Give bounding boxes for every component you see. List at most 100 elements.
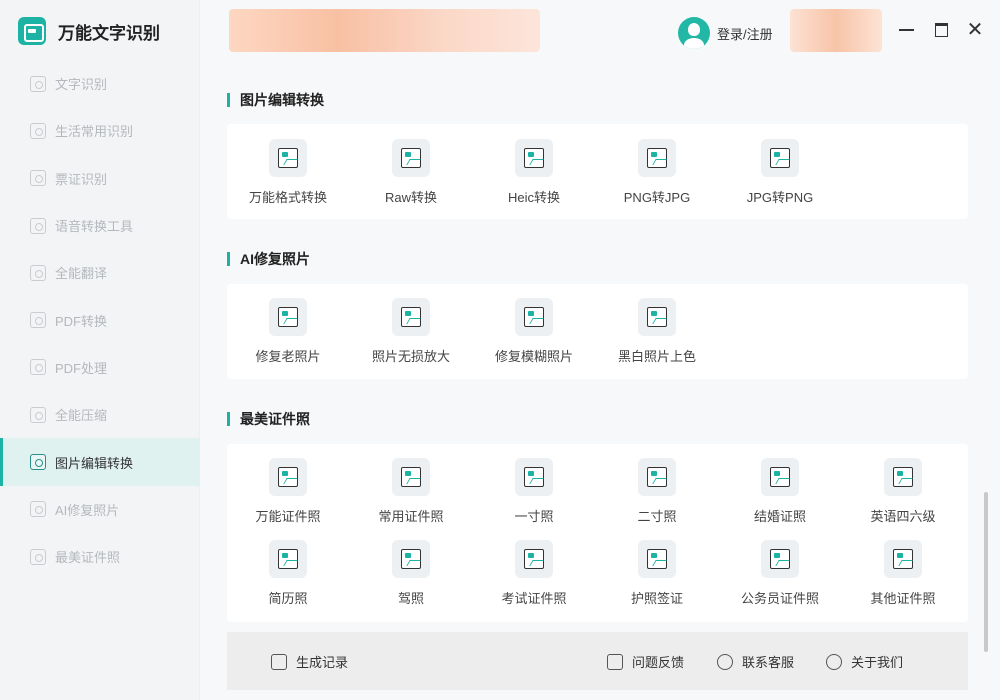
tool-label: 其他证件照 (870, 591, 936, 606)
feedback-label: 问题反馈 (632, 655, 685, 670)
jpg-to-png-icon (761, 139, 799, 177)
tool-two-inch-photo[interactable]: 二寸照 (596, 458, 718, 525)
sidebar-item-pdf-process[interactable]: PDF处理 (0, 344, 200, 391)
colorize-icon (638, 298, 676, 336)
service-label: 联系客服 (742, 655, 795, 670)
footer-bar: 生成记录 问题反馈 联系客服 关于我们 (227, 632, 968, 690)
image-edit-card: 万能格式转换 Raw转换 Heic转换 PNG转JPG JPG转PNG (227, 124, 968, 219)
tool-png-to-jpg[interactable]: PNG转JPG (596, 139, 718, 206)
tool-universal-id-photo[interactable]: 万能证件照 (227, 458, 349, 525)
tool-other-id-photo[interactable]: 其他证件照 (842, 540, 964, 607)
common-id-photo-icon (392, 458, 430, 496)
ai-repair-icon (30, 501, 46, 518)
raw-convert-icon (392, 139, 430, 177)
clipboard-icon (271, 653, 287, 670)
id-photo-icon (30, 548, 46, 565)
login-button[interactable]: 登录/注册 (678, 17, 773, 49)
tool-repair-old-photo[interactable]: 修复老照片 (227, 298, 349, 365)
tool-civil-servant-photo[interactable]: 公务员证件照 (719, 540, 841, 607)
tool-repair-blurry[interactable]: 修复模糊照片 (473, 298, 595, 365)
sidebar-nav: 文字识别 生活常用识别 票证识别 语音转换工具 全能翻译 PDF转换 PDF处理… (0, 60, 200, 580)
tool-label: Raw转换 (384, 190, 437, 205)
heic-convert-icon (515, 139, 553, 177)
tool-label: 公务员证件照 (740, 591, 819, 606)
sidebar-item-label: 生活常用识别 (55, 124, 134, 140)
info-icon (826, 653, 842, 670)
history-button[interactable]: 生成记录 (271, 652, 348, 671)
tool-label: JPG转PNG (746, 190, 814, 205)
tool-lossless-upscale[interactable]: 照片无损放大 (350, 298, 472, 365)
voice-convert-icon (30, 217, 46, 234)
sidebar-item-text-recognition[interactable]: 文字识别 (0, 60, 200, 107)
marriage-photo-icon (761, 458, 799, 496)
sidebar-item-label: 语音转换工具 (55, 219, 134, 235)
exam-photo-icon (515, 540, 553, 578)
feedback-button[interactable]: 问题反馈 (607, 652, 684, 671)
tool-label: 一寸照 (514, 509, 554, 524)
sidebar-item-label: AI修复照片 (55, 502, 120, 518)
minimize-icon[interactable] (896, 20, 916, 40)
tool-resume-photo[interactable]: 简历照 (227, 540, 349, 607)
tool-one-inch-photo[interactable]: 一寸照 (473, 458, 595, 525)
sidebar-item-pdf-convert[interactable]: PDF转换 (0, 296, 200, 343)
driver-license-photo-icon (392, 540, 430, 578)
sidebar-item-ai-repair[interactable]: AI修复照片 (0, 486, 200, 533)
pdf-process-icon (30, 359, 46, 376)
tool-jpg-to-png[interactable]: JPG转PNG (719, 139, 841, 206)
top-bar: 登录/注册 ✕ (200, 0, 1000, 64)
service-button[interactable]: 联系客服 (717, 652, 794, 671)
tool-passport-visa-photo[interactable]: 护照签证 (596, 540, 718, 607)
tool-colorize[interactable]: 黑白照片上色 (596, 298, 718, 365)
cet-photo-icon (884, 458, 922, 496)
id-photo-card: 万能证件照 常用证件照 一寸照 二寸照 结婚证照 英语四六级 简历照 驾照 考试… (227, 444, 968, 622)
about-button[interactable]: 关于我们 (826, 652, 903, 671)
tool-label: 护照签证 (630, 591, 683, 606)
main-content: 图片编辑转换 万能格式转换 Raw转换 Heic转换 PNG转JPG JPG转P… (200, 64, 990, 700)
tool-label: Heic转换 (507, 190, 560, 205)
tool-label: 常用证件照 (378, 509, 444, 524)
sidebar-item-voice-tools[interactable]: 语音转换工具 (0, 202, 200, 249)
sidebar-item-label: 全能压缩 (55, 408, 108, 424)
tool-label: 简历照 (268, 591, 308, 606)
vip-promo-badge[interactable] (790, 9, 882, 52)
close-icon[interactable]: ✕ (965, 20, 985, 40)
maximize-icon[interactable] (931, 20, 951, 40)
app-brand: 万能文字识别 (18, 17, 160, 45)
app-logo-icon (18, 17, 46, 45)
tool-driver-license-photo[interactable]: 驾照 (350, 540, 472, 607)
sidebar-item-label: 最美证件照 (55, 550, 121, 566)
other-id-photo-icon (884, 540, 922, 578)
sidebar-item-label: PDF处理 (55, 360, 108, 376)
tool-raw-convert[interactable]: Raw转换 (350, 139, 472, 206)
chat-icon (717, 653, 733, 670)
sidebar-item-label: PDF转换 (55, 313, 108, 329)
sidebar-item-translate[interactable]: 全能翻译 (0, 249, 200, 296)
scrollbar[interactable] (984, 492, 988, 652)
section-title-ai-repair: AI修复照片 (227, 249, 310, 269)
sidebar-item-image-edit[interactable]: 图片编辑转换 (0, 438, 200, 486)
tool-marriage-photo[interactable]: 结婚证照 (719, 458, 841, 525)
png-to-jpg-icon (638, 139, 676, 177)
repair-blurry-icon (515, 298, 553, 336)
translate-icon (30, 264, 46, 281)
section-title-image-edit: 图片编辑转换 (227, 90, 324, 110)
tool-heic-convert[interactable]: Heic转换 (473, 139, 595, 206)
tool-label: 修复模糊照片 (494, 349, 573, 364)
sidebar-item-compress[interactable]: 全能压缩 (0, 391, 200, 438)
image-edit-icon (30, 454, 46, 471)
login-label: 登录/注册 (717, 26, 773, 42)
tool-format-convert[interactable]: 万能格式转换 (227, 139, 349, 206)
tool-exam-photo[interactable]: 考试证件照 (473, 540, 595, 607)
sidebar-item-life-recognition[interactable]: 生活常用识别 (0, 107, 200, 154)
compress-icon (30, 406, 46, 423)
passport-visa-photo-icon (638, 540, 676, 578)
resume-photo-icon (269, 540, 307, 578)
sidebar-item-id-photo[interactable]: 最美证件照 (0, 533, 200, 580)
about-label: 关于我们 (851, 655, 904, 670)
avatar (678, 17, 710, 49)
sidebar-item-ticket-recognition[interactable]: 票证识别 (0, 155, 200, 202)
tool-common-id-photo[interactable]: 常用证件照 (350, 458, 472, 525)
tool-cet-photo[interactable]: 英语四六级 (842, 458, 964, 525)
repair-old-photo-icon (269, 298, 307, 336)
promo-banner[interactable] (229, 9, 540, 52)
